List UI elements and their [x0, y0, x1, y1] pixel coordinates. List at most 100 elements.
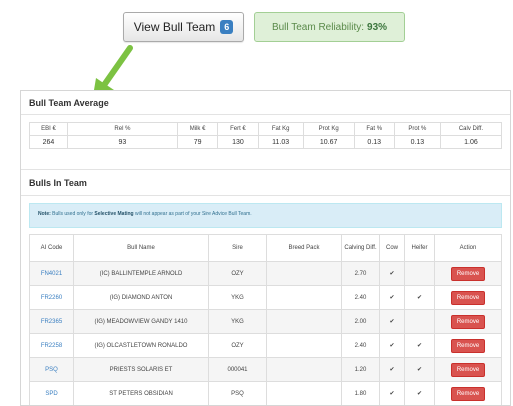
bull-name: ST PETERS OBSIDIAN [73, 381, 209, 405]
note-text: Bulls used only for [52, 211, 94, 217]
table-row: FR2260 (IG) DIAMOND ANTON YKG 2.40 ✔ ✔ Remove [29, 285, 502, 310]
remove-button[interactable]: Remove [450, 338, 486, 353]
calving-diff: 2.40 [341, 285, 380, 310]
action-cell: Remove [434, 261, 502, 286]
avg-header: Rel % [66, 122, 178, 136]
avg-value: 130 [217, 135, 259, 149]
calving-diff: 1.20 [341, 357, 380, 382]
ai-code-link[interactable]: PSQ [29, 357, 74, 382]
sire-code: 000041 [208, 357, 267, 382]
avg-header: EBI € [29, 122, 68, 136]
bulls-table: AI Code Bull Name Sire Breed Pack Calvin… [29, 234, 502, 405]
sire-code: YKG [208, 309, 267, 334]
action-cell: Remove [434, 285, 502, 310]
bulls-in-team-title: Bulls In Team [21, 170, 510, 196]
remove-button[interactable]: Remove [450, 290, 486, 305]
bull-team-reliability-badge: Bull Team Reliability: 93% [254, 12, 405, 42]
sire-code: YKG [208, 285, 267, 310]
heifer-check-icon: ✔ [404, 285, 435, 310]
calving-diff: 1.80 [341, 381, 380, 405]
col-header: Action [434, 234, 502, 262]
reliability-label: Bull Team Reliability: [271, 21, 365, 33]
avg-header: Fat Kg [257, 122, 304, 136]
breed-pack [266, 261, 342, 286]
bull-name: PRIESTS SOLARIS ET [73, 357, 209, 382]
breed-pack [266, 381, 342, 405]
action-cell: Remove [434, 357, 502, 382]
action-cell: Remove [434, 381, 502, 405]
cow-check-icon: ✔ [379, 309, 405, 334]
bull-name: (IG) OLCASTLETOWN RONALDO [73, 333, 209, 358]
heifer-check-icon: ✔ [404, 357, 435, 382]
action-cell: Remove [434, 309, 502, 334]
action-cell: Remove [434, 333, 502, 358]
note-bold: Selective Mating [94, 211, 134, 217]
avg-value: 264 [29, 135, 68, 149]
breed-pack [266, 285, 342, 310]
ai-code-link[interactable]: FR2365 [29, 309, 74, 334]
bull-team-panel: Bull Team Average EBI € Rel % Milk € Fer… [20, 90, 511, 406]
average-title: Bull Team Average [21, 91, 510, 115]
table-row: SPD ST PETERS OBSIDIAN PSQ 1.80 ✔ ✔ Remove [29, 381, 502, 405]
avg-header: Calv Diff. [439, 122, 503, 136]
breed-pack [266, 333, 342, 358]
bull-name: (IC) BALLINTEMPLE ARNOLD [73, 261, 209, 286]
cow-check-icon: ✔ [379, 285, 405, 310]
remove-button[interactable]: Remove [450, 314, 486, 329]
average-table: EBI € Rel % Milk € Fert € Fat Kg Prot Kg… [29, 122, 503, 149]
avg-header: Milk € [176, 122, 219, 136]
avg-value: 93 [66, 135, 178, 149]
sire-code: OZY [208, 261, 267, 286]
avg-value: 1.06 [439, 135, 503, 149]
sire-code: OZY [208, 333, 267, 358]
table-row: PSQ PRIESTS SOLARIS ET 000041 1.20 ✔ ✔ Remove [29, 357, 502, 382]
remove-button[interactable]: Remove [450, 386, 486, 401]
avg-value: 10.67 [302, 135, 355, 149]
heifer-check-icon: ✔ [404, 381, 435, 405]
avg-header: Prot Kg [302, 122, 355, 136]
table-row: FR2365 (IG) MEADOWVIEW GANDY 1410 YKG 2.00 ✔… [29, 309, 502, 334]
calving-diff: 2.70 [341, 261, 380, 286]
breed-pack [266, 309, 342, 334]
bull-name: (IG) MEADOWVIEW GANDY 1410 [73, 309, 209, 334]
avg-value: 79 [176, 135, 219, 149]
remove-button[interactable]: Remove [450, 266, 486, 281]
col-header: Heifer [404, 234, 435, 262]
heifer-check-icon [404, 309, 435, 334]
cow-check-icon: ✔ [379, 357, 405, 382]
calving-diff: 2.40 [341, 333, 380, 358]
col-header: Breed Pack [266, 234, 342, 262]
col-header: AI Code [29, 234, 74, 262]
col-header: Cow [379, 234, 405, 262]
top-actions: View Bull Team 6 Bull Team Reliability: … [123, 12, 409, 44]
cow-check-icon: ✔ [379, 381, 405, 405]
bull-count-badge: 6 [220, 20, 234, 34]
avg-header: Fert € [217, 122, 259, 136]
sire-code: PSQ [208, 381, 267, 405]
section-divider [21, 155, 510, 170]
heifer-check-icon [404, 261, 435, 286]
cow-check-icon: ✔ [379, 333, 405, 358]
reliability-value: 93% [367, 21, 388, 33]
col-header: Bull Name [73, 234, 209, 262]
cow-check-icon: ✔ [379, 261, 405, 286]
table-row: FR2258 (IG) OLCASTLETOWN RONALDO OZY 2.40 ✔ ✔… [29, 333, 502, 358]
view-bull-team-label: View Bull Team [133, 20, 216, 34]
note-rest: will not appear as part of your Sire Adv… [135, 211, 252, 217]
ai-code-link[interactable]: FR2258 [29, 333, 74, 358]
table-row: FN4021 (IC) BALLINTEMPLE ARNOLD OZY 2.70 ✔ Re… [29, 261, 502, 286]
avg-value: 0.13 [353, 135, 395, 149]
avg-value: 11.03 [257, 135, 304, 149]
remove-button[interactable]: Remove [450, 362, 486, 377]
note-label: Note: [38, 211, 51, 217]
ai-code-link[interactable]: FN4021 [29, 261, 74, 286]
calving-diff: 2.00 [341, 309, 380, 334]
heifer-check-icon: ✔ [404, 333, 435, 358]
selective-mating-note: Note: Bulls used only for Selective Mati… [29, 203, 502, 228]
avg-header: Fat % [353, 122, 395, 136]
breed-pack [266, 357, 342, 382]
ai-code-link[interactable]: FR2260 [29, 285, 74, 310]
ai-code-link[interactable]: SPD [29, 381, 74, 405]
bull-name: (IG) DIAMOND ANTON [73, 285, 209, 310]
view-bull-team-button[interactable]: View Bull Team 6 [123, 12, 244, 42]
